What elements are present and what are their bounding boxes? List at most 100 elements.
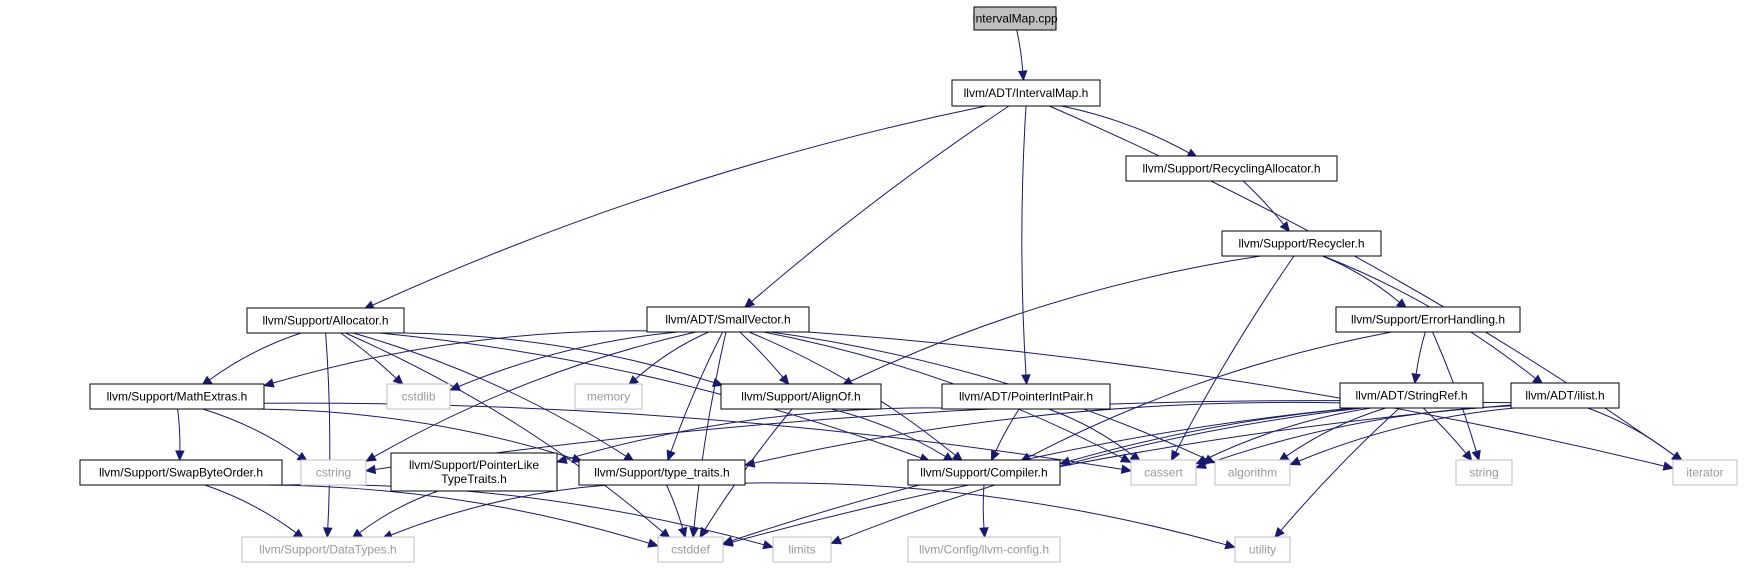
- edge-line: [1175, 255, 1295, 453]
- node-root[interactable]: IntervalMap.cpp: [972, 6, 1058, 31]
- edge-smallvec-to-alignof: [739, 331, 790, 386]
- edge-errh-to-sref: [1411, 331, 1426, 385]
- edge-smallvec-to-cstdlib: [449, 331, 678, 391]
- edge-tt-to-datatypes: [381, 484, 608, 540]
- edge-ilist-to-cassert: [1195, 405, 1512, 469]
- node-swap[interactable]: llvm/Support/SwapByteOrder.h: [79, 459, 283, 486]
- node-label: llvm/Support/SwapByteOrder.h: [99, 466, 263, 480]
- node-pip[interactable]: llvm/ADT/PointerIntPair.h: [941, 383, 1111, 410]
- node-label: cstddef: [671, 543, 710, 557]
- arrowhead-icon: [1462, 450, 1473, 462]
- edge-line: [325, 332, 331, 529]
- node-errh[interactable]: llvm/Support/ErrorHandling.h: [1335, 306, 1521, 333]
- node-recycler[interactable]: llvm/Support/Recycler.h: [1221, 230, 1382, 257]
- arrowhead-icon: [1279, 221, 1291, 233]
- node-compiler[interactable]: llvm/Support/Compiler.h: [907, 459, 1061, 486]
- arrowhead-icon: [365, 452, 377, 462]
- edge-plt-to-datatypes: [351, 490, 439, 539]
- node-label: llvm/ADT/SmallVector.h: [665, 313, 790, 327]
- node-label: llvm/ADT/IntervalMap.h: [964, 86, 1089, 100]
- arrowhead-icon: [364, 464, 377, 475]
- node-iterator: iterator: [1672, 459, 1738, 486]
- edge-line: [1280, 407, 1400, 531]
- node-label: llvm/Support/PointerLike: [409, 458, 539, 472]
- node-label: llvm/Support/Allocator.h: [262, 314, 388, 328]
- edge-line: [1061, 105, 1190, 154]
- arrowhead-icon: [1059, 456, 1071, 466]
- node-label: llvm/Support/ErrorHandling.h: [1351, 313, 1505, 327]
- node-config: llvm/Config/llvm-config.h: [907, 536, 1061, 563]
- edge-pip-to-cassert: [1048, 408, 1142, 462]
- node-smallvec[interactable]: llvm/ADT/SmallVector.h: [646, 306, 810, 333]
- arrowhead-icon: [1224, 540, 1236, 550]
- edge-allocator-to-mathx: [201, 332, 302, 386]
- edge-line: [202, 408, 300, 457]
- arrowhead-icon: [647, 538, 659, 548]
- edge-line: [670, 331, 724, 452]
- arrowhead-icon: [1471, 449, 1481, 462]
- edge-line: [1048, 408, 1134, 457]
- node-label: llvm/Support/DataTypes.h: [259, 543, 396, 557]
- node-label: llvm/ADT/StringRef.h: [1355, 389, 1467, 403]
- node-label: llvm/ADT/ilist.h: [1525, 389, 1604, 403]
- node-label: llvm/Config/llvm-config.h: [919, 543, 1049, 557]
- edge-line: [345, 332, 664, 533]
- edge-line: [1021, 105, 1027, 376]
- arrowhead-icon: [1411, 373, 1421, 385]
- node-recalloc[interactable]: llvm/Support/RecyclingAllocator.h: [1125, 155, 1338, 182]
- edge-line: [372, 105, 987, 306]
- arrowhead-icon: [666, 449, 676, 462]
- edge-line: [458, 331, 678, 387]
- edge-line: [739, 331, 784, 378]
- node-label: cstring: [316, 466, 351, 480]
- edge-pip-to-compiler: [990, 408, 1020, 462]
- arrowhead-icon: [1170, 449, 1181, 462]
- arrowhead-icon: [1274, 527, 1285, 539]
- nodes-layer: IntervalMap.cpp llvm/ADT/IntervalMap.h llv…: [79, 6, 1738, 563]
- edge-recalloc-to-recycler: [1242, 180, 1291, 233]
- node-tt[interactable]: llvm/Support/type_traits.h: [578, 459, 746, 486]
- node-allocator[interactable]: llvm/Support/Allocator.h: [246, 307, 405, 334]
- node-alignof[interactable]: llvm/Support/AlignOf.h: [720, 383, 882, 410]
- edge-alignof-to-compiler: [830, 408, 955, 462]
- node-cassert: cassert: [1130, 459, 1197, 486]
- arrowhead-icon: [743, 458, 756, 468]
- edge-line: [340, 332, 397, 379]
- node-cstddef: cstddef: [657, 536, 724, 563]
- node-label: llvm/Support/Compiler.h: [920, 466, 1047, 480]
- edge-line: [272, 330, 648, 384]
- node-label: llvm/Support/RecyclingAllocator.h: [1142, 162, 1320, 176]
- edge-recycler-to-cassert: [1170, 255, 1295, 462]
- arrowhead-icon: [762, 540, 774, 550]
- edge-line: [982, 484, 985, 529]
- node-cstring: cstring: [300, 459, 367, 486]
- node-memory: memory: [574, 383, 643, 410]
- node-label: string: [1469, 466, 1498, 480]
- edge-mathx-to-swap: [175, 408, 185, 462]
- node-datatypes: llvm/Support/DataTypes.h: [241, 536, 415, 563]
- edge-line: [209, 332, 302, 381]
- node-ilist[interactable]: llvm/ADT/ilist.h: [1510, 382, 1620, 409]
- node-label: utility: [1249, 543, 1276, 557]
- node-plt[interactable]: llvm/Support/PointerLikeTypeTraits.h: [390, 452, 558, 492]
- node-label: llvm/Support/AlignOf.h: [741, 390, 860, 404]
- node-mathx[interactable]: llvm/Support/MathExtras.h: [89, 383, 265, 410]
- edge-pip-to-plt: [556, 407, 943, 464]
- arrowhead-icon: [1662, 461, 1675, 471]
- edge-tt-to-cstddef: [666, 484, 688, 539]
- arrowhead-icon: [449, 381, 462, 391]
- arrowhead-icon: [1120, 464, 1133, 474]
- arrowhead-icon: [678, 526, 688, 539]
- edge-line: [635, 331, 709, 380]
- edge-imap-to-pip: [1021, 105, 1031, 386]
- arrowhead-icon: [743, 297, 756, 309]
- node-limits: limits: [772, 536, 832, 563]
- node-imap[interactable]: llvm/ADT/IntervalMap.h: [951, 79, 1101, 107]
- arrowhead-icon: [175, 450, 185, 462]
- node-sref[interactable]: llvm/ADT/StringRef.h: [1339, 382, 1484, 409]
- edge-line: [751, 105, 1010, 302]
- edge-imap-to-smallvec: [743, 105, 1010, 309]
- edge-ilist-to-cstddef: [721, 404, 1512, 547]
- edge-line: [1286, 407, 1386, 457]
- node-label: algorithm: [1228, 466, 1277, 480]
